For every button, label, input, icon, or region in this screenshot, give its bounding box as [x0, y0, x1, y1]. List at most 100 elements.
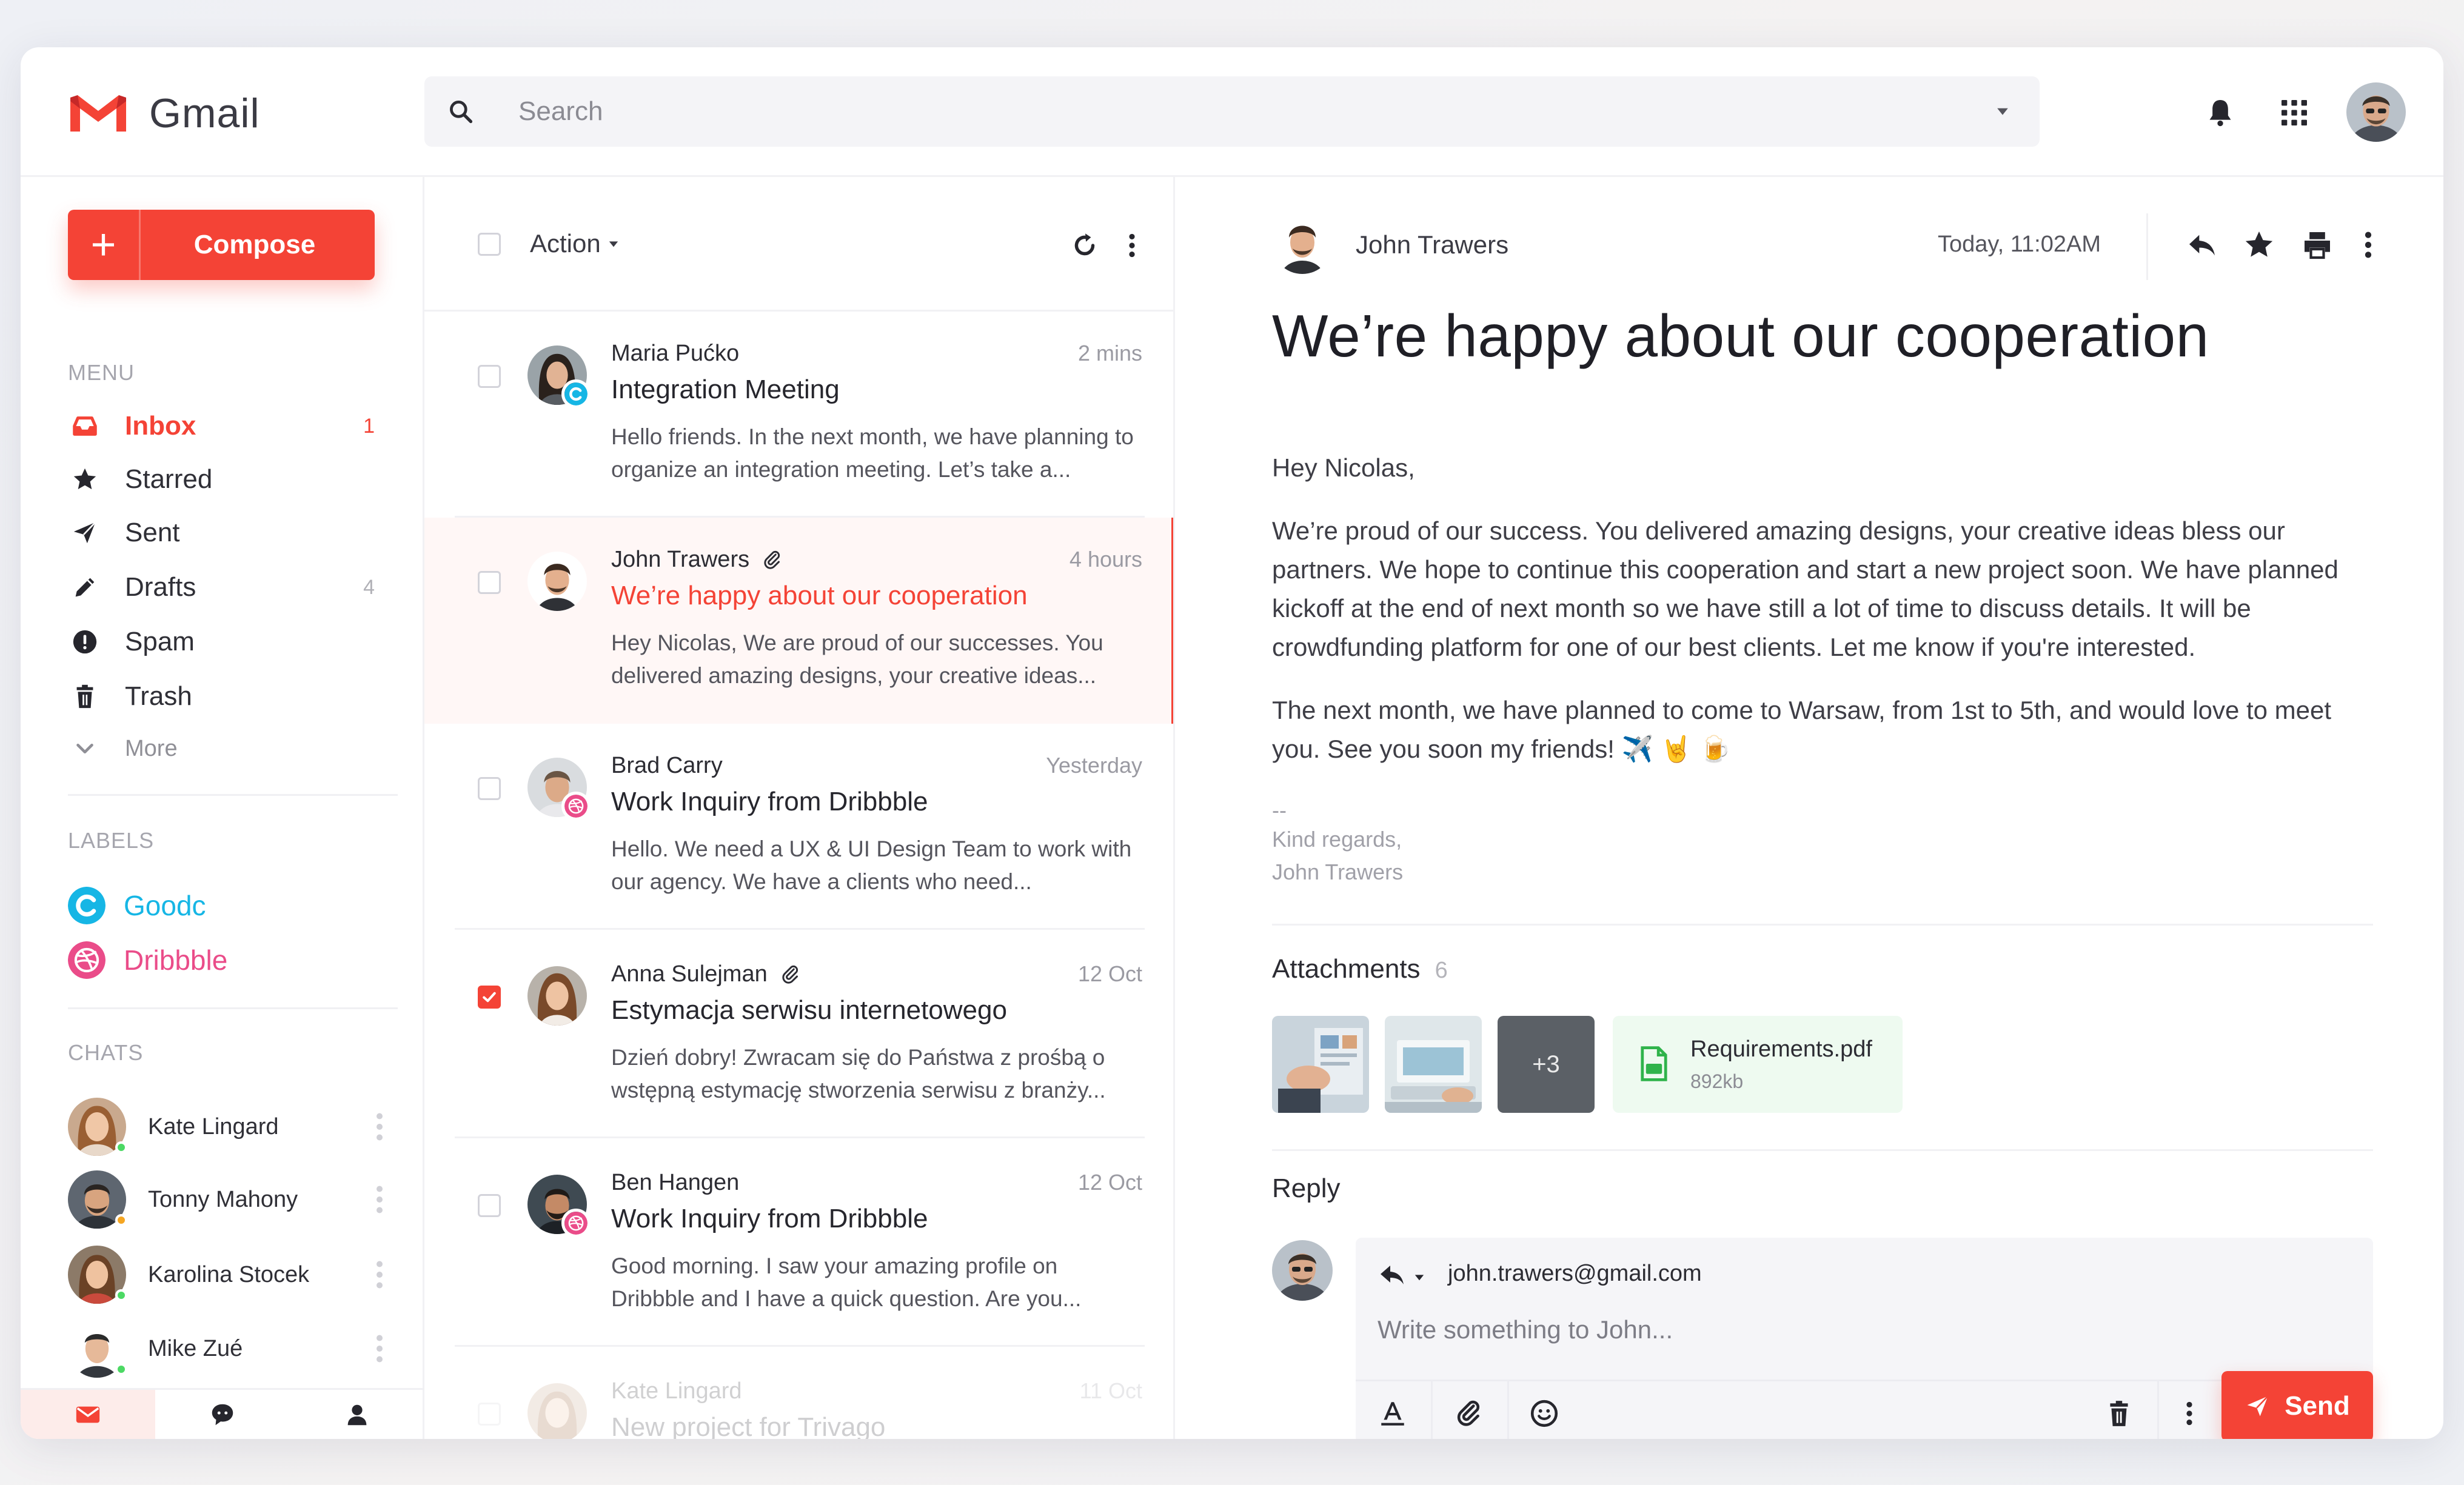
sidebar-item-drafts[interactable]: Drafts 4	[68, 566, 395, 609]
search-input[interactable]	[518, 92, 1913, 131]
star-icon[interactable]	[2242, 228, 2276, 262]
bell-icon[interactable]	[2203, 96, 2237, 130]
more-vertical-icon[interactable]	[372, 1256, 387, 1293]
dribbble-badge-icon	[561, 792, 591, 821]
mail-row[interactable]: Anna Sulejman 12 Oct Estymacja serwisu i…	[424, 932, 1173, 1138]
row-divider	[455, 1136, 1145, 1138]
more-vertical-icon[interactable]	[372, 1109, 387, 1145]
select-all-checkbox[interactable]	[478, 233, 501, 256]
sidebar-item-starred[interactable]: Starred	[68, 458, 395, 501]
mail-subject: Work Inquiry from Dribbble	[611, 1204, 928, 1233]
action-dropdown[interactable]: Action	[530, 229, 619, 258]
apps-grid-icon[interactable]	[2277, 96, 2311, 130]
chat-item[interactable]: Tonny Mahony	[68, 1166, 398, 1233]
sidebar-item-label: Trash	[125, 681, 192, 711]
print-icon[interactable]	[2300, 228, 2334, 262]
chevron-down-icon	[68, 732, 102, 766]
mail-checkbox[interactable]	[478, 1194, 501, 1217]
section-divider	[1272, 1149, 2373, 1151]
sidebar-item-label: Starred	[125, 464, 213, 494]
reply-composer: john.trawers@gmail.com Write something t…	[1356, 1238, 2373, 1439]
tab-contacts[interactable]	[290, 1390, 424, 1439]
user-avatar-image	[2346, 82, 2406, 142]
user-avatar-image	[1272, 1240, 1333, 1301]
attachments-title: Attachments 6	[1272, 954, 1448, 984]
sidebar-item-trash[interactable]: Trash	[68, 675, 395, 718]
reply-title: Reply	[1272, 1173, 1341, 1203]
chat-item[interactable]: Mike Zué	[68, 1315, 398, 1382]
mail-row[interactable]: Ben Hangen 12 Oct Work Inquiry from Drib…	[424, 1141, 1173, 1347]
more-vertical-icon[interactable]	[372, 1181, 387, 1218]
image-thumbnail	[1385, 1016, 1482, 1113]
sidebar-item-spam[interactable]: Spam	[68, 621, 395, 663]
sender-avatar[interactable]	[1272, 213, 1333, 274]
caret-down-icon[interactable]	[1414, 1272, 1425, 1283]
reply-type-icon[interactable]	[1378, 1263, 1408, 1287]
sidebar-item-more[interactable]: More	[68, 727, 395, 770]
mail-row[interactable]: Maria Pućko 2 mins Integration Meeting H…	[424, 312, 1173, 518]
mail-checkbox-checked[interactable]	[478, 986, 501, 1009]
more-vertical-icon[interactable]	[2357, 228, 2379, 262]
signature-dash: --	[1272, 798, 1287, 823]
send-button[interactable]: Send	[2221, 1371, 2373, 1439]
dribbble-label-icon	[68, 941, 105, 979]
chat-item[interactable]: Kate Lingard	[68, 1093, 398, 1160]
reply-recipient[interactable]: john.trawers@gmail.com	[1448, 1261, 1702, 1287]
user-avatar[interactable]	[2346, 82, 2406, 142]
sidebar-item-label: Drafts	[125, 572, 196, 602]
label-goodc[interactable]: Goodc	[68, 883, 206, 929]
mail-row[interactable]: Brad Carry Yesterday Work Inquiry from D…	[424, 724, 1173, 930]
tab-chat[interactable]	[155, 1390, 290, 1439]
reading-pane: John Trawers Today, 11:02AM We’re happy …	[1175, 177, 2443, 1439]
row-divider	[455, 928, 1145, 930]
dribbble-badge-icon	[561, 1209, 591, 1238]
more-vertical-icon[interactable]	[2180, 1398, 2198, 1429]
attachment-pdf[interactable]: Requirements.pdf 892kb	[1613, 1016, 1903, 1113]
trash-icon[interactable]	[2104, 1398, 2134, 1429]
text-format-icon[interactable]	[1378, 1398, 1408, 1429]
gmail-m-icon	[70, 95, 126, 132]
more-vertical-icon[interactable]	[1123, 230, 1141, 261]
chat-name: Kate Lingard	[148, 1113, 279, 1140]
emoji-icon[interactable]	[1529, 1398, 1559, 1429]
paperclip-icon[interactable]	[1454, 1398, 1484, 1429]
mail-checkbox[interactable]	[478, 571, 501, 594]
mail-checkbox[interactable]	[478, 777, 501, 800]
label-dribbble[interactable]: Dribbble	[68, 937, 227, 983]
compose-button[interactable]: + Compose	[68, 210, 375, 280]
mail-checkbox[interactable]	[478, 1403, 501, 1426]
mail-time: 2 mins	[1077, 341, 1142, 365]
chat-item[interactable]: Karolina Stocek	[68, 1241, 398, 1308]
attachment-thumbnail[interactable]	[1272, 1016, 1369, 1113]
search-icon	[450, 101, 473, 124]
avatar	[527, 1175, 591, 1238]
online-status-dot	[115, 1363, 127, 1375]
row-divider	[455, 1345, 1145, 1347]
refresh-icon[interactable]	[1070, 230, 1100, 261]
mail-row[interactable]: Kate Lingard 11 Oct New project for Triv…	[424, 1349, 1173, 1439]
mail-checkbox[interactable]	[478, 365, 501, 388]
sidebar-item-sent[interactable]: Sent	[68, 512, 395, 554]
gmail-logo[interactable]: Gmail	[68, 90, 260, 137]
mail-preview: Dzień dobry! Zwracam się do Państwa z pr…	[611, 1045, 1106, 1103]
mail-sender: Kate Lingard	[611, 1378, 742, 1404]
more-attachments-thumbnail[interactable]: +3	[1498, 1016, 1595, 1113]
mail-row-selected[interactable]: John Trawers 4 hours We’re happy about o…	[424, 518, 1173, 724]
tab-mail[interactable]	[21, 1390, 155, 1439]
online-status-dot	[115, 1141, 127, 1153]
reply-input[interactable]	[1378, 1306, 2335, 1354]
more-vertical-icon[interactable]	[372, 1330, 387, 1367]
sidebar-bottom-tabs	[21, 1388, 424, 1439]
mail-subject: We’re happy about our cooperation	[611, 581, 1028, 610]
search-bar[interactable]	[424, 76, 2040, 147]
app-name: Gmail	[149, 90, 260, 136]
unread-count: 1	[363, 414, 375, 438]
menu-section-title: Menu	[68, 360, 135, 385]
composer-toolbar	[1356, 1380, 2373, 1439]
reply-icon[interactable]	[2185, 228, 2219, 262]
send-label: Send	[2285, 1391, 2350, 1421]
sidebar-item-inbox[interactable]: Inbox 1	[68, 405, 395, 447]
star-icon	[68, 462, 102, 496]
search-options-caret-icon[interactable]	[1996, 104, 2009, 118]
attachment-thumbnail[interactable]	[1385, 1016, 1482, 1113]
